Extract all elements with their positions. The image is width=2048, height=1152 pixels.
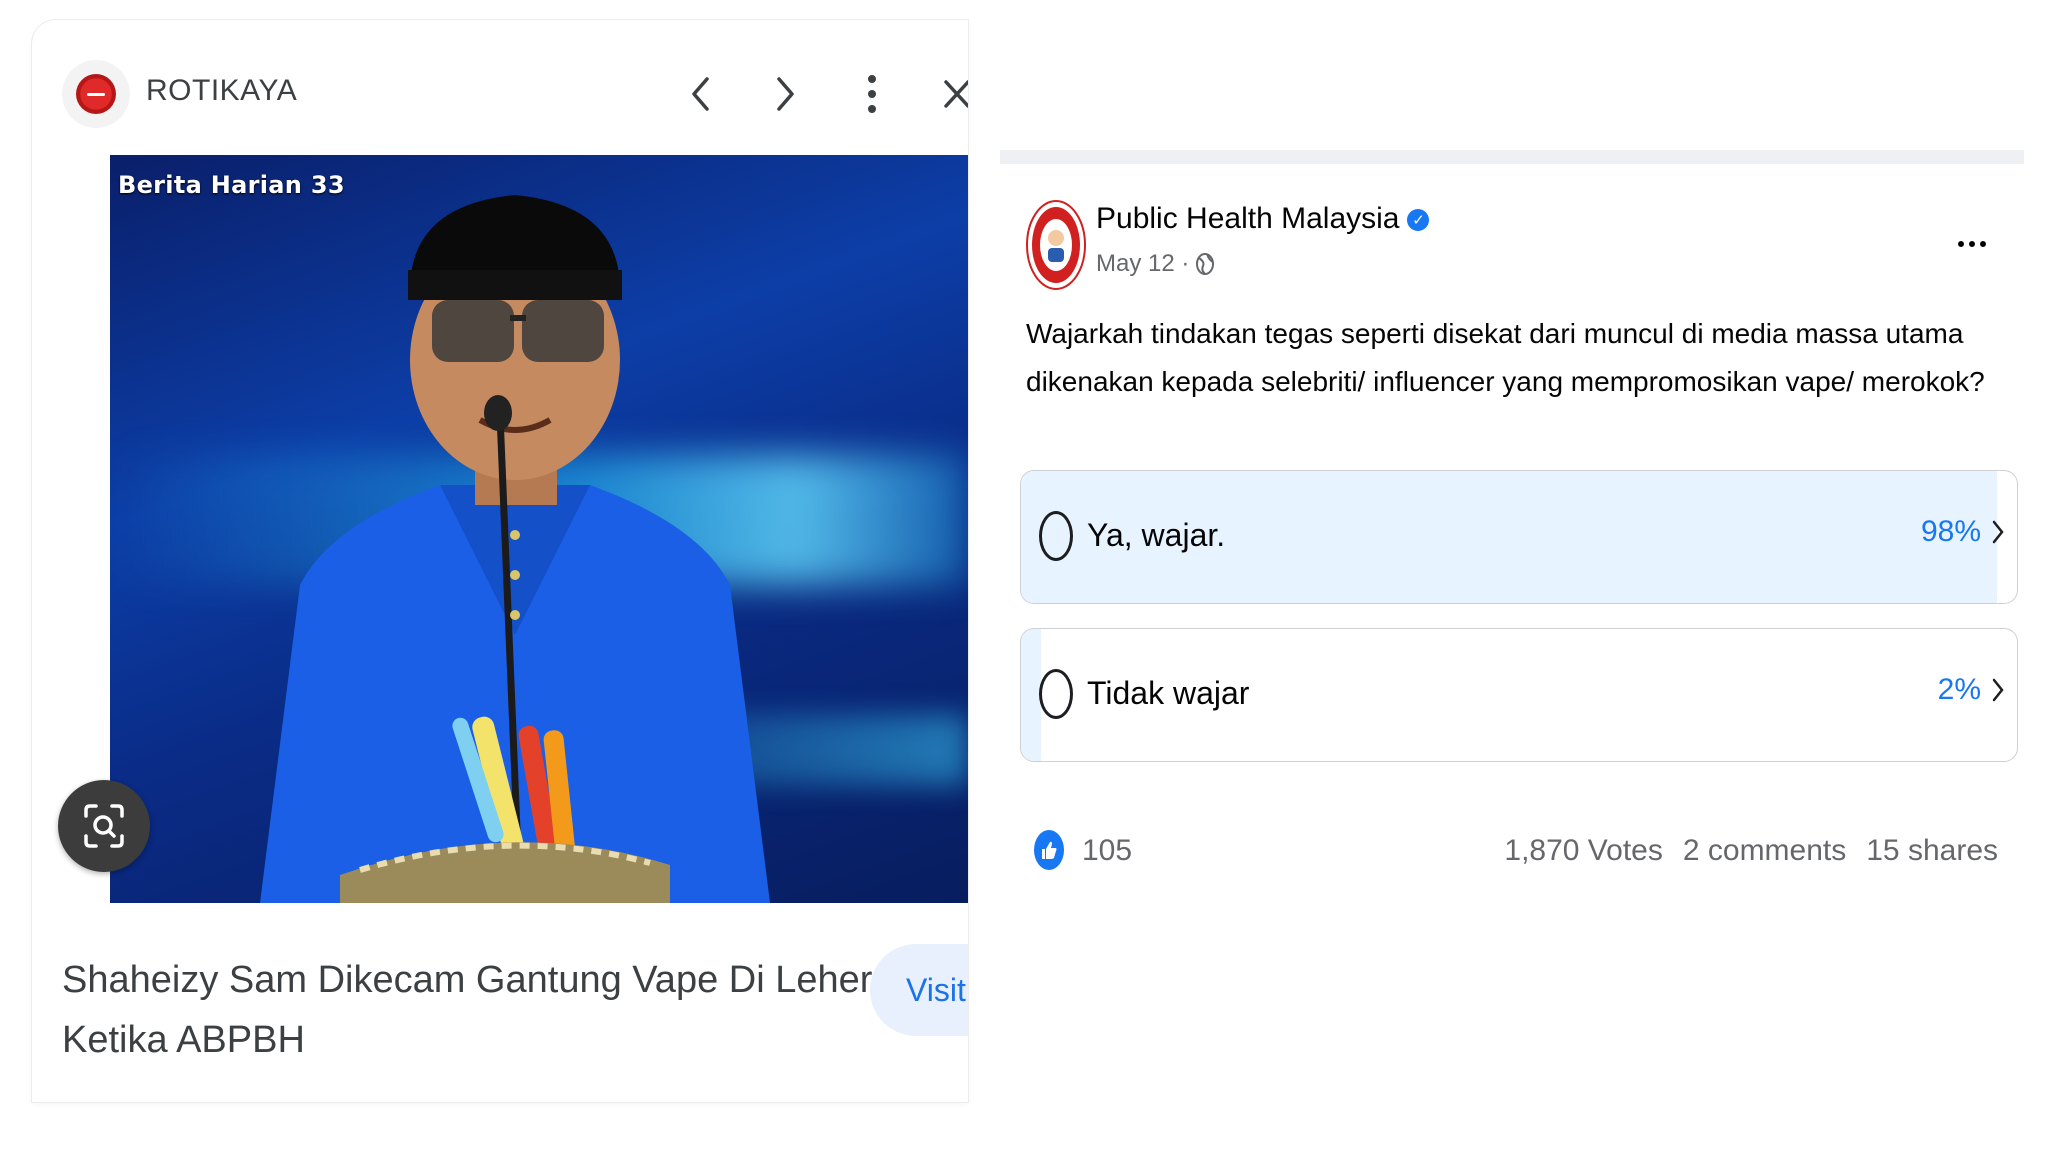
lens-search-icon: [84, 804, 124, 848]
radio-button-icon[interactable]: [1039, 511, 1073, 561]
like-count[interactable]: 105: [1082, 834, 1132, 868]
globe-icon: [1196, 253, 1215, 275]
comment-count[interactable]: 2 comments: [1683, 834, 1846, 868]
poll-option-percent: 98%: [1920, 515, 1981, 548]
page-name-text[interactable]: Public Health Malaysia: [1096, 202, 1399, 235]
previous-button[interactable]: [672, 66, 728, 122]
poll-option-label: Ya, wajar.: [1087, 517, 1226, 553]
lens-search-button[interactable]: [58, 780, 150, 872]
more-vertical-icon: [868, 75, 876, 113]
more-options-button[interactable]: [844, 66, 900, 122]
site-logo-icon: [76, 74, 116, 114]
poll-option-fill: [1021, 629, 1041, 761]
post-meta: May 12 ·: [1096, 250, 1215, 278]
person-illustration: [260, 195, 770, 903]
verified-badge-icon: ✓: [1407, 209, 1430, 231]
photo-watermark: Berita Harian 33: [118, 171, 345, 199]
post-footer: 105 1,870 Votes 2 comments 15 shares: [1026, 824, 2004, 872]
post-date[interactable]: May 12 ·: [1096, 250, 1189, 278]
visit-button[interactable]: Visit: [870, 944, 968, 1036]
page-avatar[interactable]: [1026, 200, 1086, 290]
poll-option-label: Tidak wajar: [1087, 675, 1250, 711]
site-logo[interactable]: [62, 60, 130, 128]
site-name[interactable]: ROTIKAYA: [146, 74, 297, 108]
post-options-button[interactable]: [1958, 236, 1998, 252]
radio-button-icon[interactable]: [1039, 669, 1073, 719]
chevron-left-icon: [692, 77, 709, 111]
lens-result-card: ROTIKAYA Berita Harian 33 Shaheizy Sam D…: [32, 20, 968, 1102]
poll-option-tidak-wajar[interactable]: Tidak wajar 2%: [1020, 628, 2018, 762]
close-button[interactable]: [942, 66, 968, 122]
more-horizontal-icon: [1958, 241, 1964, 247]
poll-option-percent: 2%: [1937, 673, 1981, 706]
chevron-right-icon: [1992, 520, 2004, 544]
close-icon: [944, 80, 968, 108]
result-title[interactable]: Shaheizy Sam Dikecam Gantung Vape Di Leh…: [62, 950, 892, 1070]
facebook-post: Public Health Malaysia ✓ May 12 · Wajarka…: [1000, 150, 2024, 924]
poll-question: Wajarkah tindakan tegas seperti disekat …: [1026, 318, 1985, 397]
share-count[interactable]: 15 shares: [1866, 834, 1998, 868]
poll-option-ya-wajar[interactable]: Ya, wajar. 98%: [1020, 470, 2018, 604]
chevron-right-icon: [777, 77, 794, 111]
chevron-right-icon: [1992, 678, 2004, 702]
next-button[interactable]: [758, 66, 814, 122]
like-reaction-icon[interactable]: [1034, 830, 1064, 870]
lens-header: ROTIKAYA: [32, 20, 968, 155]
vote-count[interactable]: 1,870 Votes: [1504, 834, 1662, 868]
post-stats: 1,870 Votes 2 comments 15 shares: [1504, 834, 1998, 868]
page-name[interactable]: Public Health Malaysia ✓: [1096, 202, 1430, 236]
news-photo[interactable]: Berita Harian 33: [110, 155, 968, 903]
